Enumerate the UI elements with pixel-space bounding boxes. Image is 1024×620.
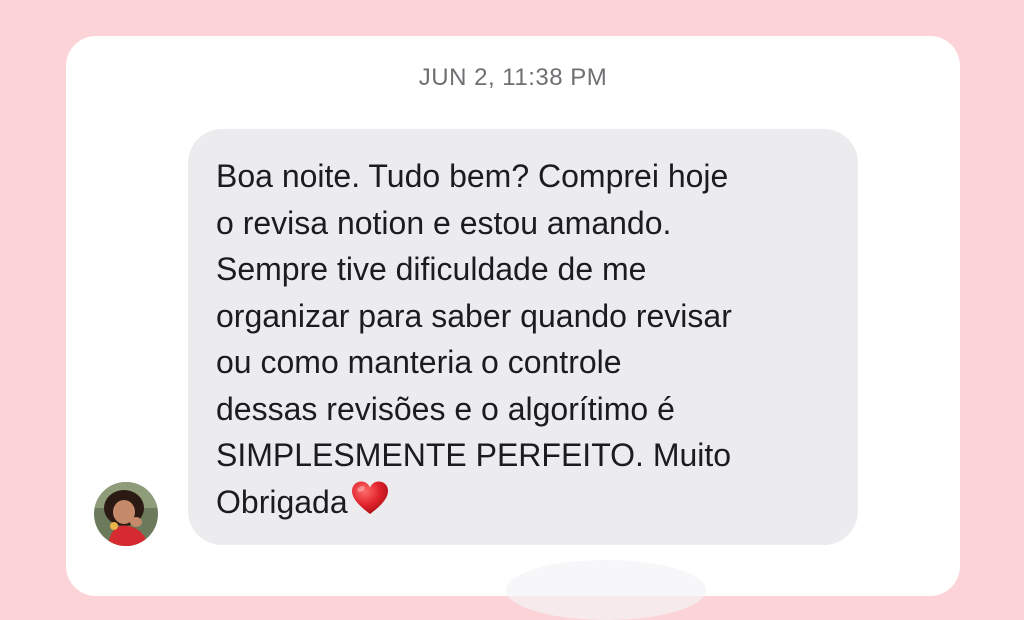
message-timestamp: JUN 2, 11:38 PM [418,64,608,91]
sender-avatar[interactable] [94,482,158,546]
message-line: ou como manteria o controle [216,344,622,380]
message-line: Boa noite. Tudo bem? Comprei hoje [216,158,729,194]
message-text: Boa noite. Tudo bem? Comprei hoje o revi… [216,153,846,531]
message-line: dessas revisões e o algorítimo é [216,390,675,427]
message-bubble[interactable]: Boa noite. Tudo bem? Comprei hoje o revi… [188,129,858,545]
scroll-indicator [506,560,706,620]
heart-icon [350,479,390,532]
message-line: Sempre tive dificuldade de me [216,251,647,287]
message-last-line: Obrigada [216,479,846,532]
message-line: Obrigada [216,483,348,520]
message-line: SIMPLESMENTE PERFEITO. Muito [216,437,732,473]
avatar-image [94,482,158,546]
message-line: organizar para saber quando revisar [216,297,732,334]
message-line: o revisa notion e estou amando. [216,204,672,241]
chat-panel: JUN 2, 11:38 PM Boa noite. Tudo bem? Com… [66,36,960,620]
